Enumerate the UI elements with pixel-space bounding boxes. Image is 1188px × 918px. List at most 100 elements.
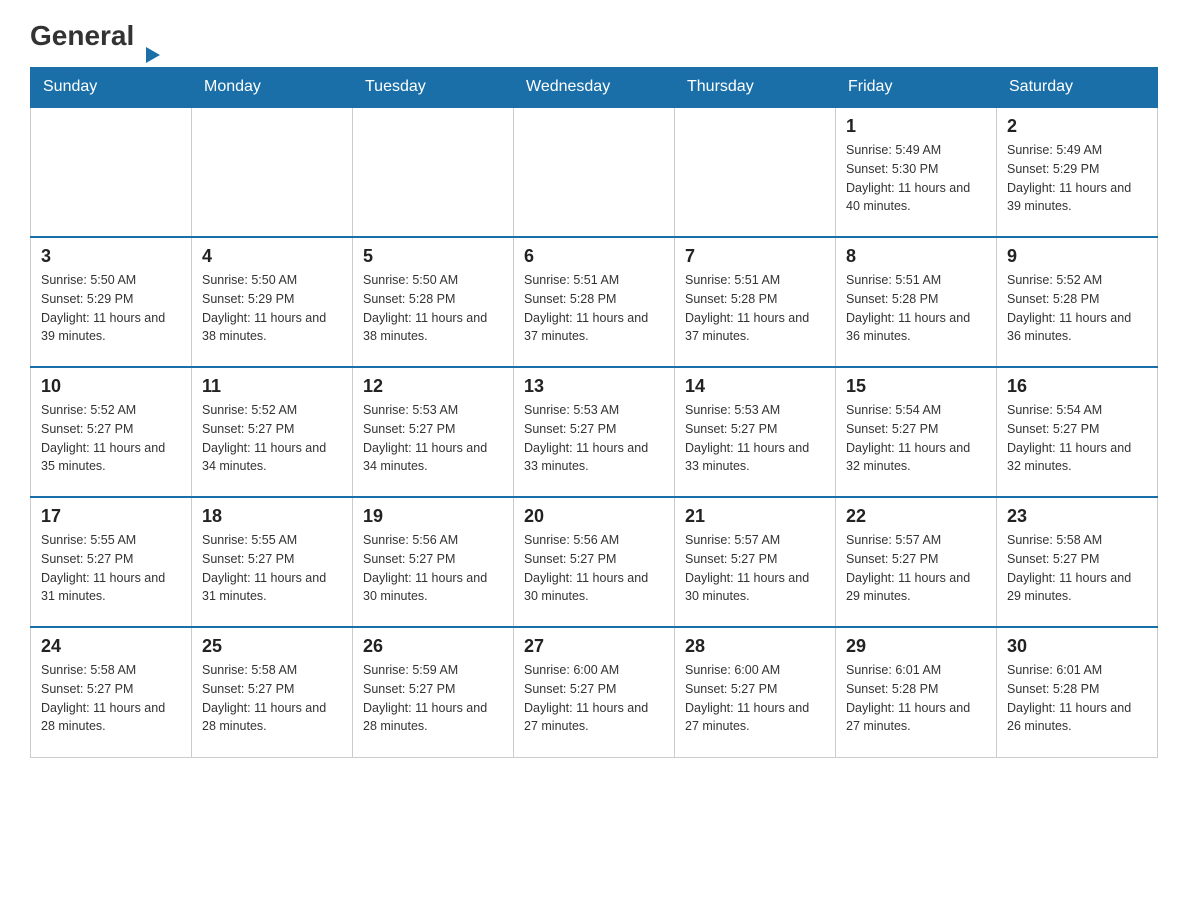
day-number: 10: [41, 376, 181, 397]
day-number: 24: [41, 636, 181, 657]
day-number: 27: [524, 636, 664, 657]
weekday-header-wednesday: Wednesday: [514, 68, 675, 108]
calendar-cell: 26 Sunrise: 5:59 AMSunset: 5:27 PMDayligh…: [353, 627, 514, 757]
weekday-header-saturday: Saturday: [997, 68, 1158, 108]
day-info: Sunrise: 5:54 AMSunset: 5:27 PMDaylight:…: [1007, 401, 1147, 476]
day-info: Sunrise: 5:53 AMSunset: 5:27 PMDaylight:…: [524, 401, 664, 476]
calendar-cell: 24 Sunrise: 5:58 AMSunset: 5:27 PMDayligh…: [31, 627, 192, 757]
calendar-cell: 7 Sunrise: 5:51 AMSunset: 5:28 PMDaylight…: [675, 237, 836, 367]
calendar-cell: 13Sunrise: 5:53 AMSunset: 5:27 PMDayligh…: [514, 367, 675, 497]
day-info: Sunrise: 5:56 AMSunset: 5:27 PMDaylight:…: [524, 531, 664, 606]
day-number: 28: [685, 636, 825, 657]
day-number: 20: [524, 506, 664, 527]
day-info: Sunrise: 5:59 AMSunset: 5:27 PMDaylight:…: [363, 661, 503, 736]
day-number: 3: [41, 246, 181, 267]
calendar-cell: [353, 107, 514, 237]
calendar-cell: 14 Sunrise: 5:53 AMSunset: 5:27 PMDayligh…: [675, 367, 836, 497]
calendar-cell: 21 Sunrise: 5:57 AMSunset: 5:27 PMDayligh…: [675, 497, 836, 627]
weekday-header-tuesday: Tuesday: [353, 68, 514, 108]
calendar-cell: [192, 107, 353, 237]
weekday-header-row: SundayMondayTuesdayWednesdayThursdayFrid…: [31, 68, 1158, 108]
day-info: Sunrise: 5:56 AMSunset: 5:27 PMDaylight:…: [363, 531, 503, 606]
page-header: General: [30, 20, 1158, 47]
day-number: 29: [846, 636, 986, 657]
day-number: 7: [685, 246, 825, 267]
day-info: Sunrise: 5:50 AMSunset: 5:28 PMDaylight:…: [363, 271, 503, 346]
calendar-cell: 6 Sunrise: 5:51 AMSunset: 5:28 PMDaylight…: [514, 237, 675, 367]
calendar-table: SundayMondayTuesdayWednesdayThursdayFrid…: [30, 67, 1158, 758]
calendar-cell: [514, 107, 675, 237]
day-number: 15: [846, 376, 986, 397]
calendar-cell: 12 Sunrise: 5:53 AMSunset: 5:27 PMDayligh…: [353, 367, 514, 497]
calendar-cell: 16 Sunrise: 5:54 AMSunset: 5:27 PMDayligh…: [997, 367, 1158, 497]
day-info: Sunrise: 5:51 AMSunset: 5:28 PMDaylight:…: [685, 271, 825, 346]
day-info: Sunrise: 5:53 AMSunset: 5:27 PMDaylight:…: [685, 401, 825, 476]
day-info: Sunrise: 6:01 AMSunset: 5:28 PMDaylight:…: [1007, 661, 1147, 736]
calendar-cell: 17 Sunrise: 5:55 AMSunset: 5:27 PMDayligh…: [31, 497, 192, 627]
day-number: 26: [363, 636, 503, 657]
calendar-cell: 3 Sunrise: 5:50 AMSunset: 5:29 PMDaylight…: [31, 237, 192, 367]
day-info: Sunrise: 5:52 AMSunset: 5:27 PMDaylight:…: [202, 401, 342, 476]
day-info: Sunrise: 5:53 AMSunset: 5:27 PMDaylight:…: [363, 401, 503, 476]
day-number: 25: [202, 636, 342, 657]
day-number: 5: [363, 246, 503, 267]
day-number: 12: [363, 376, 503, 397]
day-number: 9: [1007, 246, 1147, 267]
logo: General: [30, 20, 144, 47]
day-number: 16: [1007, 376, 1147, 397]
day-number: 23: [1007, 506, 1147, 527]
weekday-header-friday: Friday: [836, 68, 997, 108]
day-info: Sunrise: 5:52 AMSunset: 5:28 PMDaylight:…: [1007, 271, 1147, 346]
day-info: Sunrise: 5:54 AMSunset: 5:27 PMDaylight:…: [846, 401, 986, 476]
day-info: Sunrise: 5:52 AMSunset: 5:27 PMDaylight:…: [41, 401, 181, 476]
day-info: Sunrise: 6:01 AMSunset: 5:28 PMDaylight:…: [846, 661, 986, 736]
week-row-1: 1 Sunrise: 5:49 AMSunset: 5:30 PMDaylight…: [31, 107, 1158, 237]
calendar-cell: 29 Sunrise: 6:01 AMSunset: 5:28 PMDayligh…: [836, 627, 997, 757]
calendar-cell: [31, 107, 192, 237]
day-info: Sunrise: 5:49 AMSunset: 5:29 PMDaylight:…: [1007, 141, 1147, 216]
week-row-2: 3 Sunrise: 5:50 AMSunset: 5:29 PMDaylight…: [31, 237, 1158, 367]
calendar-cell: [675, 107, 836, 237]
day-number: 30: [1007, 636, 1147, 657]
calendar-cell: 8Sunrise: 5:51 AMSunset: 5:28 PMDaylight…: [836, 237, 997, 367]
logo-text-top: General: [30, 20, 144, 52]
weekday-header-sunday: Sunday: [31, 68, 192, 108]
calendar-cell: 20 Sunrise: 5:56 AMSunset: 5:27 PMDayligh…: [514, 497, 675, 627]
day-number: 6: [524, 246, 664, 267]
calendar-cell: 22 Sunrise: 5:57 AMSunset: 5:27 PMDayligh…: [836, 497, 997, 627]
day-number: 2: [1007, 116, 1147, 137]
day-info: Sunrise: 5:51 AMSunset: 5:28 PMDaylight:…: [846, 271, 986, 346]
calendar-cell: 30 Sunrise: 6:01 AMSunset: 5:28 PMDayligh…: [997, 627, 1158, 757]
calendar-cell: 27 Sunrise: 6:00 AMSunset: 5:27 PMDayligh…: [514, 627, 675, 757]
calendar-cell: 4 Sunrise: 5:50 AMSunset: 5:29 PMDaylight…: [192, 237, 353, 367]
day-info: Sunrise: 5:58 AMSunset: 5:27 PMDaylight:…: [1007, 531, 1147, 606]
day-number: 11: [202, 376, 342, 397]
day-number: 1: [846, 116, 986, 137]
day-info: Sunrise: 5:57 AMSunset: 5:27 PMDaylight:…: [685, 531, 825, 606]
calendar-cell: 25 Sunrise: 5:58 AMSunset: 5:27 PMDayligh…: [192, 627, 353, 757]
day-info: Sunrise: 5:57 AMSunset: 5:27 PMDaylight:…: [846, 531, 986, 606]
calendar-cell: 1 Sunrise: 5:49 AMSunset: 5:30 PMDaylight…: [836, 107, 997, 237]
calendar-cell: 11 Sunrise: 5:52 AMSunset: 5:27 PMDayligh…: [192, 367, 353, 497]
day-info: Sunrise: 6:00 AMSunset: 5:27 PMDaylight:…: [524, 661, 664, 736]
calendar-cell: 23 Sunrise: 5:58 AMSunset: 5:27 PMDayligh…: [997, 497, 1158, 627]
day-number: 17: [41, 506, 181, 527]
day-info: Sunrise: 5:55 AMSunset: 5:27 PMDaylight:…: [41, 531, 181, 606]
day-number: 19: [363, 506, 503, 527]
day-number: 22: [846, 506, 986, 527]
day-number: 21: [685, 506, 825, 527]
calendar-cell: 19 Sunrise: 5:56 AMSunset: 5:27 PMDayligh…: [353, 497, 514, 627]
day-info: Sunrise: 6:00 AMSunset: 5:27 PMDaylight:…: [685, 661, 825, 736]
week-row-3: 10 Sunrise: 5:52 AMSunset: 5:27 PMDayligh…: [31, 367, 1158, 497]
calendar-cell: 28 Sunrise: 6:00 AMSunset: 5:27 PMDayligh…: [675, 627, 836, 757]
day-info: Sunrise: 5:58 AMSunset: 5:27 PMDaylight:…: [202, 661, 342, 736]
calendar-cell: 18Sunrise: 5:55 AMSunset: 5:27 PMDayligh…: [192, 497, 353, 627]
day-info: Sunrise: 5:51 AMSunset: 5:28 PMDaylight:…: [524, 271, 664, 346]
day-info: Sunrise: 5:50 AMSunset: 5:29 PMDaylight:…: [41, 271, 181, 346]
day-number: 14: [685, 376, 825, 397]
day-info: Sunrise: 5:49 AMSunset: 5:30 PMDaylight:…: [846, 141, 986, 216]
day-number: 4: [202, 246, 342, 267]
day-info: Sunrise: 5:50 AMSunset: 5:29 PMDaylight:…: [202, 271, 342, 346]
calendar-cell: 5 Sunrise: 5:50 AMSunset: 5:28 PMDaylight…: [353, 237, 514, 367]
day-info: Sunrise: 5:58 AMSunset: 5:27 PMDaylight:…: [41, 661, 181, 736]
